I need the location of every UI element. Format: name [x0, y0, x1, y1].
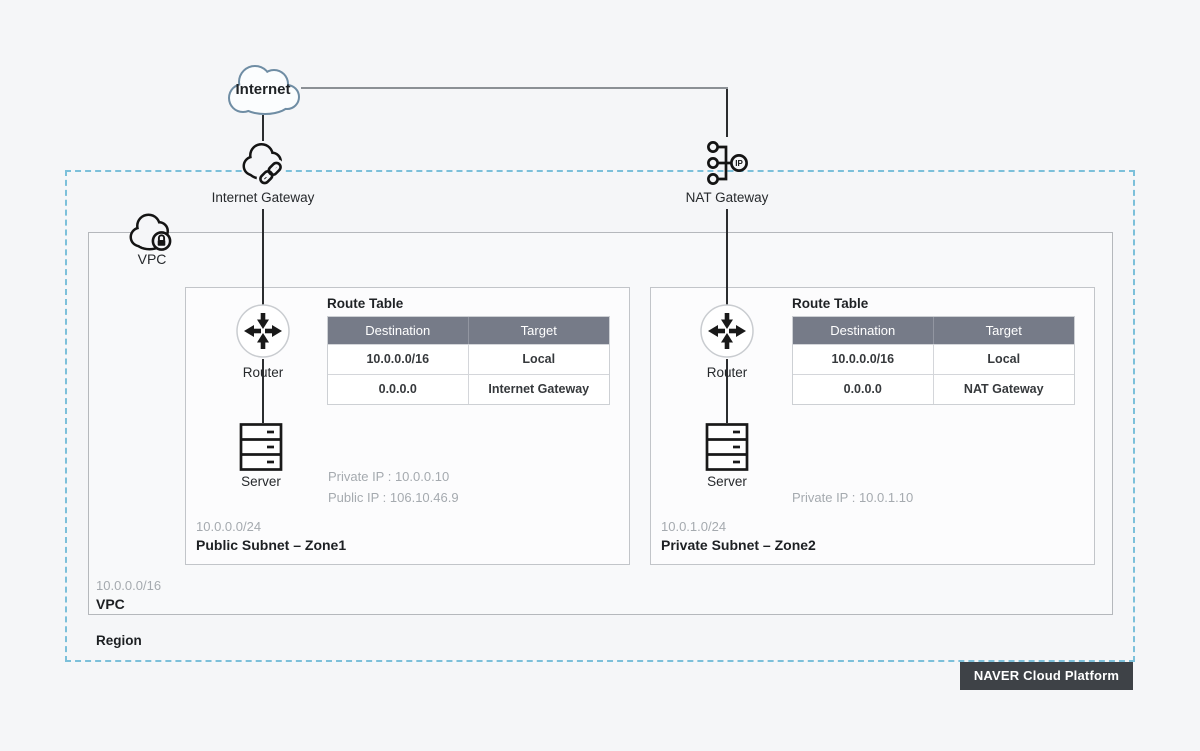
- vpc-icon-label: VPC: [137, 251, 167, 267]
- internet-gateway-label: Internet Gateway: [211, 190, 315, 205]
- public-subnet-caption: 10.0.0.0/24 Public Subnet – Zone1: [196, 519, 346, 553]
- internet-gateway-icon: [240, 140, 286, 186]
- route-table-private: Route Table Destination Target 10.0.0.0/…: [792, 296, 1075, 405]
- server-ip-info-private: Private IP : 10.0.1.10: [792, 487, 913, 508]
- router-label-public: Router: [242, 365, 284, 380]
- connector-down-to-nat-gateway: [726, 89, 728, 137]
- public-subnet-cidr: 10.0.0.0/24: [196, 519, 262, 534]
- private-subnet-caption: 10.0.1.0/24 Private Subnet – Zone2: [661, 519, 816, 553]
- router-icon-private: [699, 303, 755, 359]
- server-ip-info-public: Private IP : 10.0.0.10 Public IP : 106.1…: [328, 466, 459, 508]
- internet-label: Internet: [235, 81, 291, 98]
- server-label-private: Server: [707, 474, 747, 489]
- private-subnet-cidr: 10.0.1.0/24: [661, 519, 727, 534]
- connector-internet-to-nat: [301, 87, 728, 90]
- nat-gateway-label: NAT Gateway: [685, 190, 769, 205]
- public-subnet-name: Public Subnet – Zone1: [196, 537, 347, 553]
- region-label: Region: [96, 633, 142, 648]
- connector-nat-gateway-to-router: [726, 209, 728, 305]
- route-table-header-destination: Destination: [793, 317, 934, 344]
- connector-internet-gateway-to-router: [262, 209, 264, 305]
- route-table-header-target: Target: [933, 317, 1074, 344]
- network-diagram: Internet Internet Gateway IP NAT Gateway…: [0, 0, 1200, 751]
- router-icon-public: [235, 303, 291, 359]
- private-ip-line: Private IP : 10.0.0.10: [328, 469, 450, 484]
- vpc-icon: [126, 211, 178, 255]
- route-table-cell: 0.0.0.0: [328, 374, 469, 404]
- nat-ip-text: IP: [735, 159, 743, 168]
- route-table-title: Route Table: [327, 296, 404, 311]
- server-icon-public: [238, 422, 284, 472]
- nat-gateway-icon: IP: [704, 137, 750, 189]
- route-table-cell: Local: [468, 344, 609, 374]
- vpc-caption: 10.0.0.0/16 VPC: [96, 578, 161, 612]
- route-table-cell: Internet Gateway: [468, 374, 609, 404]
- public-ip-line: Public IP : 106.10.46.9: [328, 490, 459, 505]
- route-table-header-destination: Destination: [328, 317, 469, 344]
- server-label-public: Server: [241, 474, 281, 489]
- private-ip-line: Private IP : 10.0.1.10: [792, 490, 914, 505]
- naver-cloud-platform-badge: NAVER Cloud Platform: [960, 662, 1133, 690]
- route-table-cell: 10.0.0.0/16: [328, 344, 469, 374]
- route-table-cell: 10.0.0.0/16: [793, 344, 934, 374]
- route-table-cell: NAT Gateway: [933, 374, 1074, 404]
- route-table-public: Route Table Destination Target 10.0.0.0/…: [327, 296, 610, 405]
- private-subnet-name: Private Subnet – Zone2: [661, 537, 816, 553]
- route-table-cell: Local: [933, 344, 1074, 374]
- vpc-cidr: 10.0.0.0/16: [96, 578, 162, 593]
- route-table-title: Route Table: [792, 296, 869, 311]
- server-icon-private: [704, 422, 750, 472]
- route-table-cell: 0.0.0.0: [793, 374, 934, 404]
- vpc-name: VPC: [96, 596, 125, 612]
- route-table-header-target: Target: [468, 317, 609, 344]
- router-label-private: Router: [706, 365, 748, 380]
